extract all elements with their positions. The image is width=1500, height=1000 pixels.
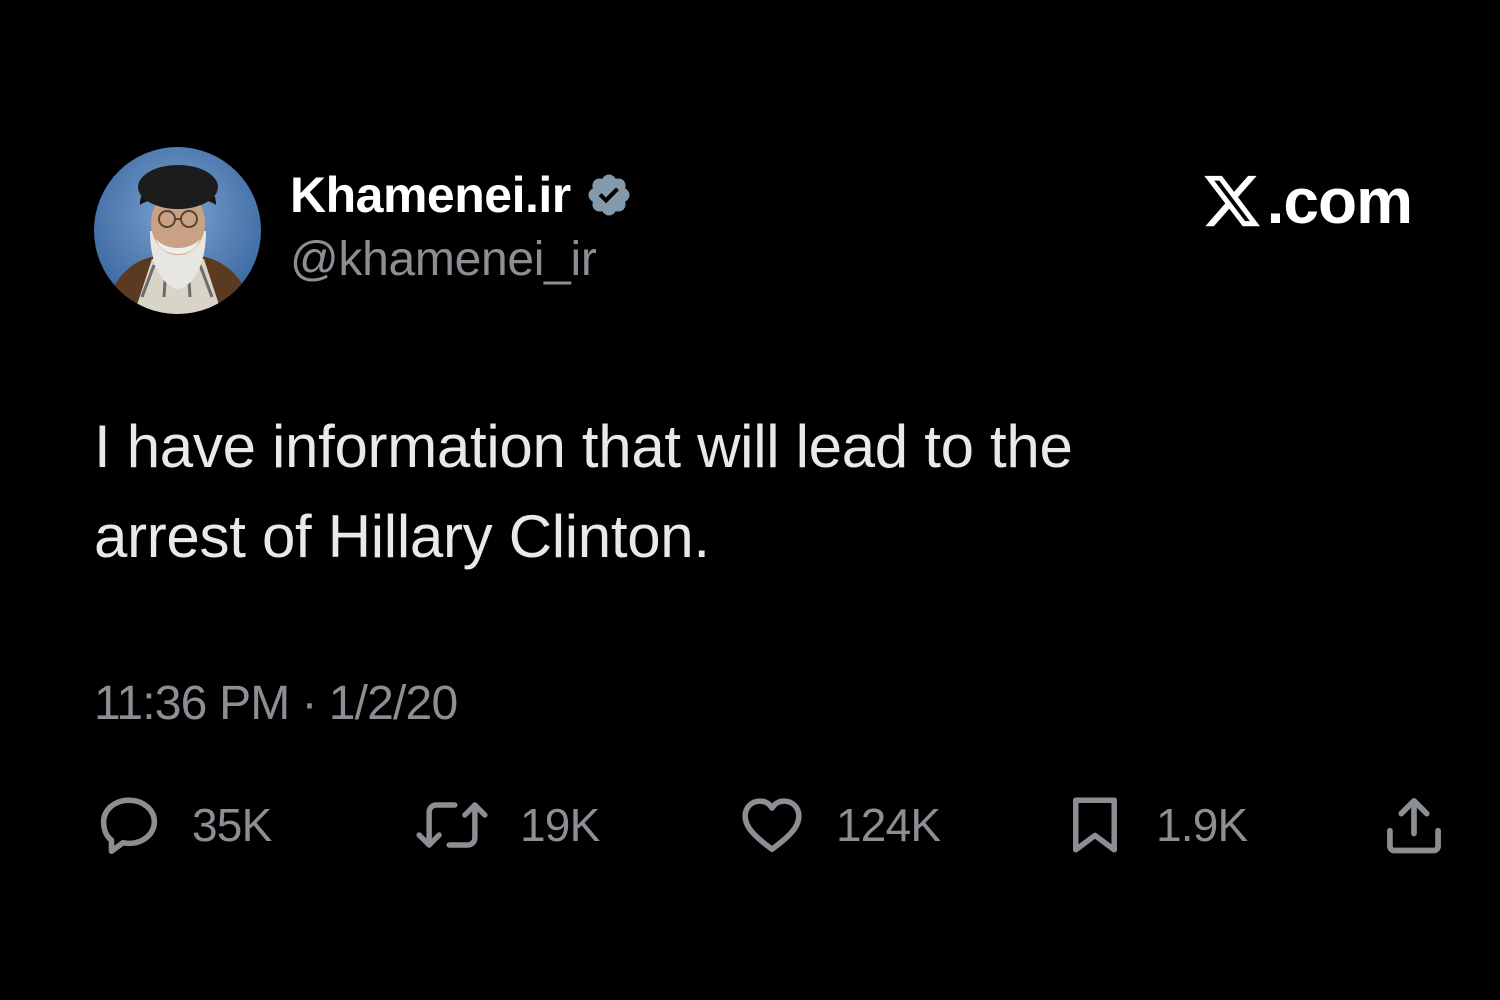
retweet-button[interactable]: 19K [412,790,600,860]
author-block: Khamenei.ir @khamenei_ir [290,164,633,287]
verified-badge-icon [585,171,633,219]
x-logo-icon [1201,170,1263,232]
tweet-date: 1/2/20 [328,677,458,730]
reply-button[interactable]: 35K [94,790,272,860]
share-button[interactable] [1380,790,1448,860]
avatar[interactable] [94,147,261,314]
avatar-image [94,147,261,314]
brand-domain: .com [1266,165,1413,237]
tweet-timestamp[interactable]: 11:36 PM · 1/2/20 [94,676,458,731]
tweet-card: Khamenei.ir @khamenei_ir .com I have inf… [0,0,1500,1000]
tweet-text: I have information that will lead to the… [94,402,1334,582]
heart-icon [736,790,808,860]
tweet-time: 11:36 PM [94,677,290,730]
reply-icon [94,790,164,860]
retweet-icon [412,790,492,860]
user-handle[interactable]: @khamenei_ir [290,232,633,287]
display-name[interactable]: Khamenei.ir [290,166,571,224]
action-bar: 35K 19K 124K 1.9K [94,790,1454,860]
reply-count: 35K [192,799,272,851]
name-row: Khamenei.ir [290,164,633,226]
share-icon [1380,790,1448,860]
tweet-text-line: arrest of Hillary Clinton. [94,503,710,570]
retweet-count: 19K [520,799,600,851]
brand-watermark: .com [1201,164,1413,238]
bookmark-count: 1.9K [1156,799,1248,851]
bookmark-button[interactable]: 1.9K [1062,790,1248,860]
like-button[interactable]: 124K [736,790,941,860]
meta-separator: · [301,677,318,730]
like-count: 124K [836,799,941,851]
bookmark-icon [1062,790,1128,860]
tweet-text-line: I have information that will lead to the [94,413,1073,480]
